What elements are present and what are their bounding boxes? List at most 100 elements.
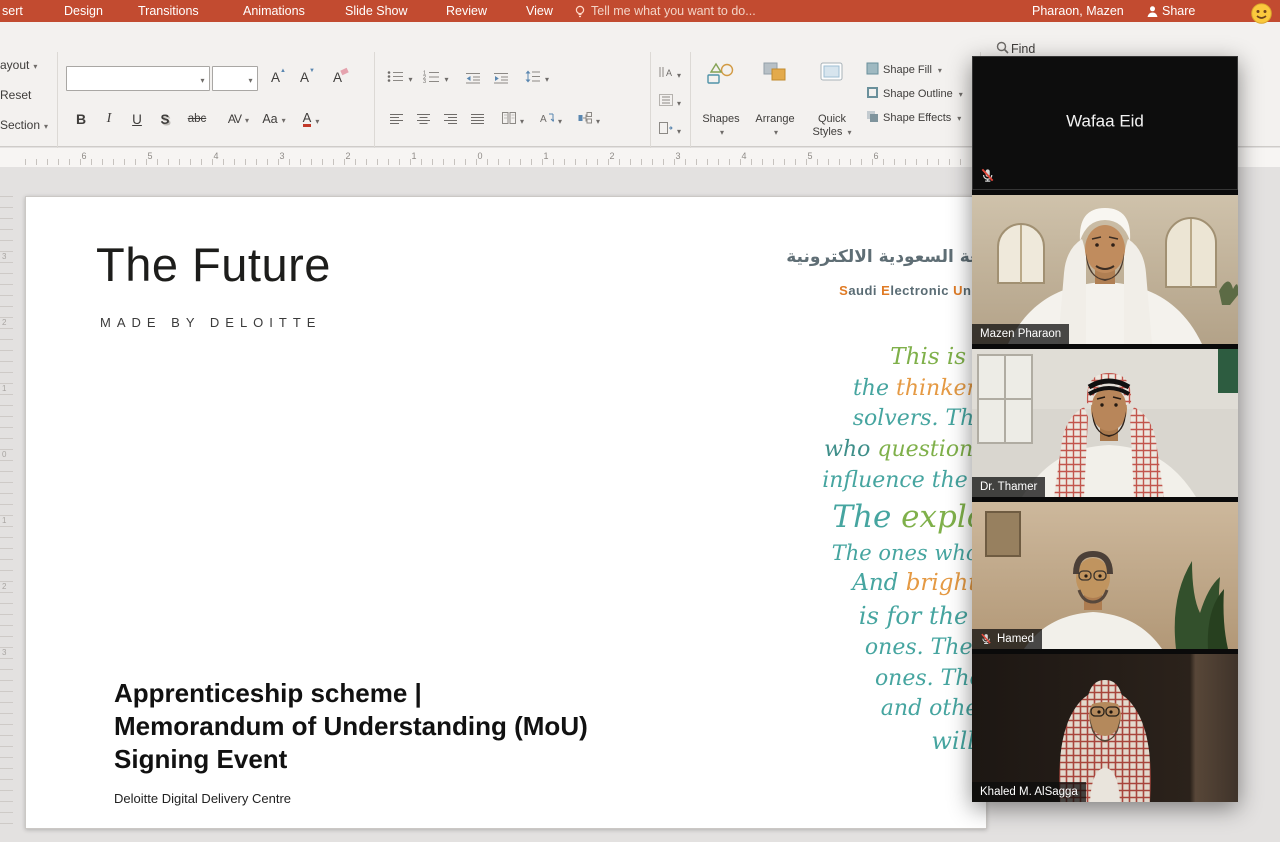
participant-video (972, 502, 1238, 649)
decrease-indent-button[interactable] (460, 66, 486, 89)
tab-insert[interactable]: sert (2, 0, 23, 22)
character-spacing-button[interactable]: AV (222, 106, 254, 132)
participant-name: Wafaa Eid (972, 111, 1238, 131)
tab-animations[interactable]: Animations (243, 0, 305, 22)
shape-outline-button[interactable]: Shape Outline (866, 84, 978, 104)
increase-indent-icon (494, 72, 509, 84)
numbering-button[interactable]: 123 (420, 66, 452, 89)
account-user-name[interactable]: Pharaon, Mazen (1032, 0, 1124, 22)
logo-text-segment: S (839, 283, 848, 298)
participant-name: Dr. Thamer (980, 480, 1037, 494)
insert-placeholder-button[interactable] (654, 118, 686, 140)
align-text-button[interactable] (654, 90, 686, 112)
participant-tile-khaled[interactable]: Khaled M. AlSagga (972, 654, 1238, 802)
handwriting-segment: bright (906, 570, 978, 596)
text-direction-stack-button[interactable]: A (654, 62, 686, 84)
event-title-line: Signing Event (114, 743, 588, 776)
align-center-icon (417, 113, 431, 125)
increase-indent-button[interactable] (488, 66, 514, 89)
event-subtitle-text: Deloitte Digital Delivery Centre (114, 791, 291, 806)
text-shadow-button[interactable]: S (152, 106, 178, 132)
change-case-button[interactable]: Aa (258, 106, 290, 132)
participant-tile-thamer[interactable]: Dr. Thamer (972, 349, 1238, 497)
text-direction-button[interactable]: A (534, 106, 568, 132)
strikethrough-button[interactable]: abc (180, 106, 214, 132)
tab-view[interactable]: View (526, 0, 553, 22)
event-title-text: Apprenticeship scheme | Memorandum of Un… (114, 677, 588, 776)
smiley-reaction-icon[interactable] (1251, 3, 1272, 29)
participant-tile-hamed[interactable]: Hamed (972, 502, 1238, 649)
participant-name: Mazen Pharaon (980, 327, 1061, 341)
slide-canvas[interactable]: The Future MADE BY DELOITTE الجامعة السع… (25, 196, 987, 829)
ruler-number: 0 (477, 151, 482, 161)
reset-button[interactable]: Reset (0, 86, 31, 104)
font-size-combobox[interactable] (212, 66, 258, 91)
decrease-indent-icon (466, 72, 481, 84)
italic-button[interactable]: I (96, 106, 122, 132)
svg-text:A: A (540, 114, 547, 124)
shape-effects-button[interactable]: Shape Effects (866, 108, 978, 128)
numbering-icon: 123 (423, 70, 440, 86)
grow-font-button[interactable]: A▲ (262, 66, 289, 89)
convert-to-smartart-button[interactable] (572, 106, 606, 132)
handwriting-segment: who (824, 437, 877, 462)
tab-transitions[interactable]: Transitions (138, 0, 199, 22)
svg-text:3: 3 (423, 79, 426, 83)
handwriting-segment: the (853, 376, 896, 401)
align-text-icon (659, 94, 673, 109)
ruler-number: 1 (411, 151, 416, 161)
tab-review[interactable]: Review (446, 0, 487, 22)
participant-name-tag: Mazen Pharaon (972, 324, 1069, 344)
align-left-button[interactable] (384, 106, 409, 132)
ruler-number: 5 (807, 151, 812, 161)
line-spacing-button[interactable] (520, 66, 554, 89)
font-color-button[interactable]: A (294, 106, 328, 132)
ruler-number: 3 (279, 151, 284, 161)
svg-text:A: A (666, 68, 672, 78)
meeting-panel[interactable]: Wafaa Eid (972, 56, 1238, 802)
tab-slide-show[interactable]: Slide Show (345, 0, 408, 22)
handwriting-segment: ones. The (865, 635, 980, 660)
share-button[interactable]: Share (1162, 0, 1195, 22)
layout-button[interactable]: ayout (0, 56, 37, 74)
section-button[interactable]: Section (0, 116, 48, 134)
bold-button[interactable]: B (68, 106, 94, 132)
align-right-button[interactable] (438, 106, 463, 132)
participant-tile-wafaa[interactable]: Wafaa Eid (972, 56, 1238, 190)
shape-fill-button[interactable]: Shape Fill (866, 60, 978, 80)
underline-button[interactable]: U (124, 106, 150, 132)
participant-tile-mazen[interactable]: Mazen Pharaon (972, 195, 1238, 344)
columns-button[interactable] (496, 106, 530, 132)
ruler-number: 2 (2, 582, 6, 591)
bullets-button[interactable] (384, 66, 416, 89)
bullets-icon (387, 70, 404, 86)
ruler-number: 1 (543, 151, 548, 161)
participant-name-tag: Dr. Thamer (972, 477, 1045, 497)
muted-mic-icon (980, 168, 995, 183)
align-left-icon (390, 113, 404, 125)
powerpoint-window: sert Design Transitions Animations Slide… (0, 0, 1280, 842)
align-center-button[interactable] (411, 106, 436, 132)
handwriting-segment: The (832, 499, 901, 535)
align-right-icon (444, 113, 458, 125)
ruler-ticks (25, 159, 965, 165)
handwriting-segment: question (877, 437, 973, 462)
clear-formatting-button[interactable]: A (324, 66, 351, 89)
font-name-input[interactable] (69, 68, 199, 90)
vertical-ruler: 3210123 (0, 196, 13, 826)
participant-name-tag: Hamed (972, 629, 1042, 649)
tell-me-box[interactable]: Tell me what you want to do... (591, 0, 756, 22)
handwriting-segment: influence the (822, 468, 975, 493)
font-name-combobox[interactable] (66, 66, 210, 91)
ruler-number: 5 (147, 151, 152, 161)
justify-button[interactable] (465, 106, 490, 132)
shapes-button[interactable]: Shapes (696, 56, 746, 142)
vertical-text-icon: A (659, 66, 673, 81)
group-separator (374, 52, 375, 160)
arrange-button[interactable]: Arrange (750, 56, 800, 142)
arrange-icon (762, 60, 788, 87)
tab-design[interactable]: Design (64, 0, 103, 22)
quick-styles-button[interactable]: Quick Styles (804, 56, 860, 142)
shrink-font-button[interactable]: A▼ (291, 66, 318, 89)
line-spacing-icon (525, 70, 541, 86)
